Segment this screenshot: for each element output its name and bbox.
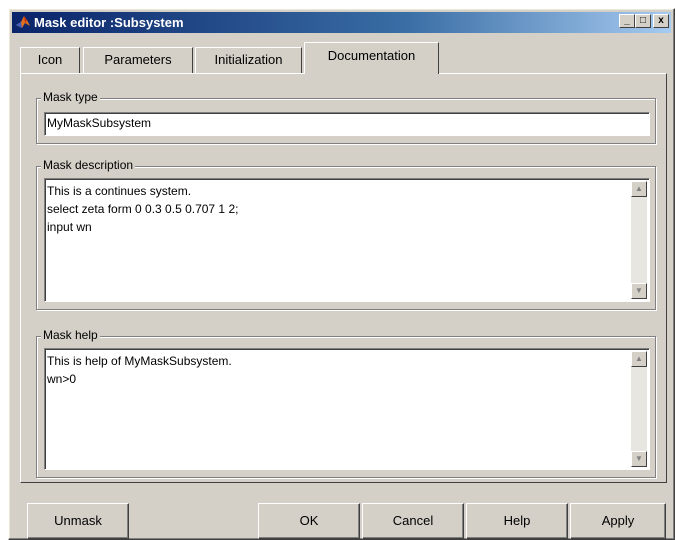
mask-type-value: MyMaskSubsystem [47, 116, 152, 130]
mask-help-label: Mask help [41, 328, 100, 342]
mask-help-group: Mask help This is help of MyMaskSubsyste… [36, 328, 656, 478]
maximize-button[interactable]: □ [635, 14, 651, 28]
mask-description-line: This is a continues system. [47, 184, 192, 198]
tab-documentation[interactable]: Documentation [304, 42, 439, 74]
help-button[interactable]: Help [466, 503, 568, 539]
tab-parameters[interactable]: Parameters [83, 47, 193, 73]
mask-description-label: Mask description [41, 158, 136, 172]
description-scrollbar[interactable]: ▲ ▼ [631, 181, 647, 299]
tab-icon[interactable]: Icon [20, 47, 80, 73]
mask-help-line: wn>0 [47, 372, 77, 386]
minimize-button[interactable]: _ [619, 14, 635, 28]
mask-description-textarea[interactable]: This is a continues system. select zeta … [44, 178, 650, 302]
mask-help-textarea[interactable]: This is help of MyMaskSubsystem. wn>0 ▲ … [44, 348, 650, 470]
scroll-down-arrow-icon[interactable]: ▼ [631, 451, 647, 467]
ok-button[interactable]: OK [258, 503, 360, 539]
cancel-button[interactable]: Cancel [362, 503, 464, 539]
window-title: Mask editor :Subsystem [34, 15, 184, 30]
scroll-up-arrow-icon[interactable]: ▲ [631, 181, 647, 197]
documentation-panel: Mask type MyMaskSubsystem Mask descripti… [20, 73, 667, 483]
help-scrollbar[interactable]: ▲ ▼ [631, 351, 647, 467]
mask-description-line: select zeta form 0 0.3 0.5 0.707 1 2; [47, 202, 239, 216]
scroll-up-arrow-icon[interactable]: ▲ [631, 351, 647, 367]
mask-help-line: This is help of MyMaskSubsystem. [47, 354, 232, 368]
mask-description-line: input wn [47, 220, 92, 234]
unmask-button[interactable]: Unmask [27, 503, 129, 539]
tab-initialization[interactable]: Initialization [195, 47, 302, 73]
mask-editor-window: Mask editor :Subsystem _ □ x Icon Parame… [8, 8, 675, 540]
close-button[interactable]: x [653, 14, 669, 28]
apply-button[interactable]: Apply [570, 503, 666, 539]
mask-type-label: Mask type [41, 90, 100, 104]
mask-description-group: Mask description This is a continues sys… [36, 158, 656, 310]
title-bar[interactable]: Mask editor :Subsystem _ □ x [12, 12, 671, 33]
mask-type-group: Mask type MyMaskSubsystem [36, 90, 656, 144]
scroll-down-arrow-icon[interactable]: ▼ [631, 283, 647, 299]
matlab-logo-icon [15, 14, 31, 30]
mask-type-input[interactable]: MyMaskSubsystem [44, 112, 650, 136]
